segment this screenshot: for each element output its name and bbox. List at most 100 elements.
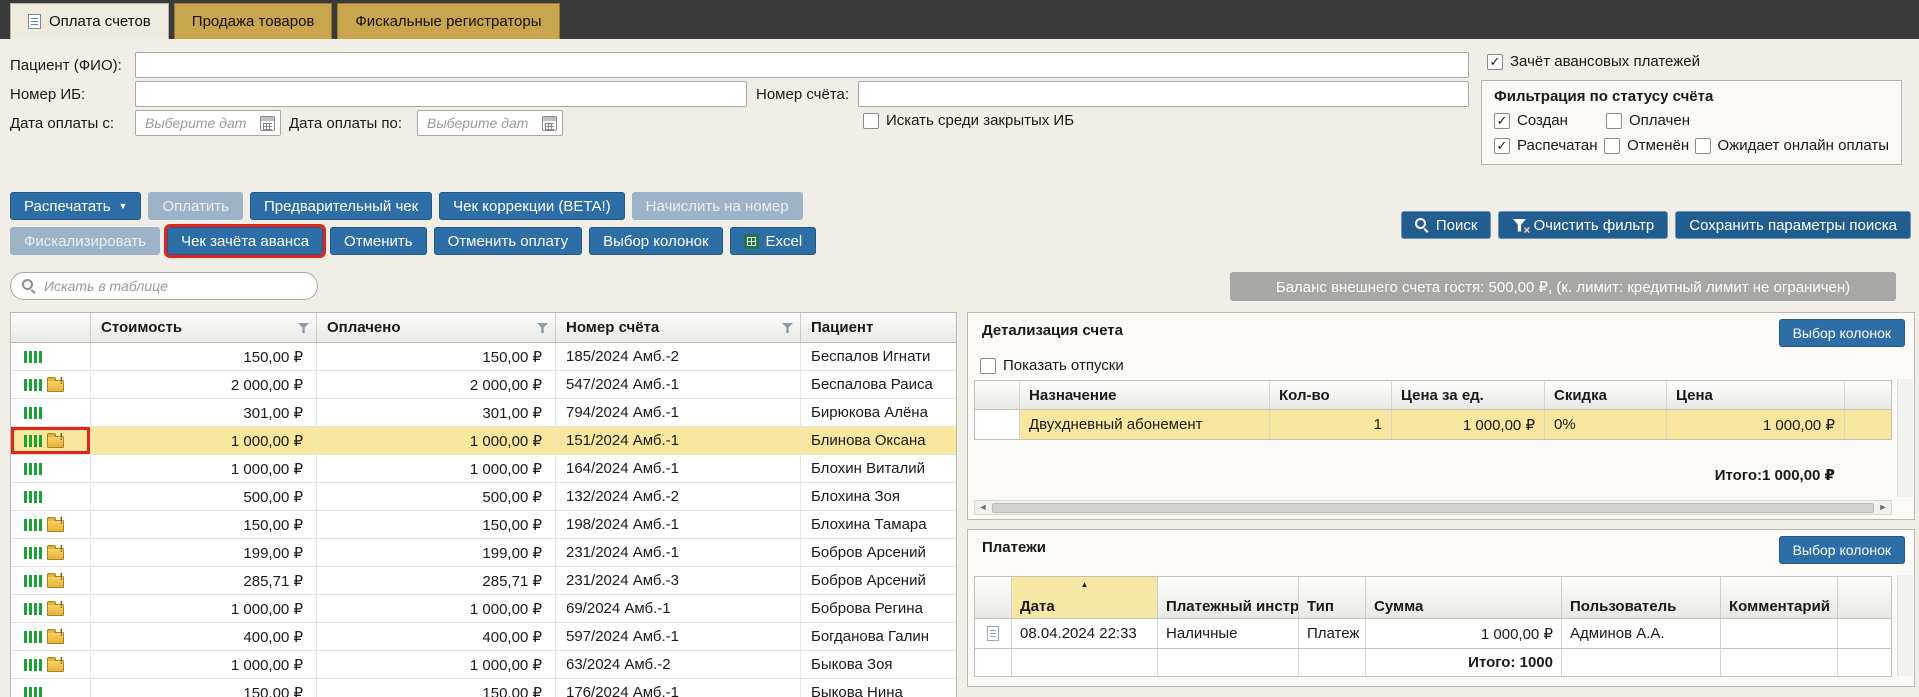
payments-choose-columns-button[interactable]: Выбор колонок bbox=[1779, 536, 1905, 564]
account-number-input[interactable] bbox=[858, 81, 1469, 107]
green-status-bars-icon bbox=[24, 351, 42, 363]
account-number-cell: 63/2024 Амб.-2 bbox=[556, 651, 801, 678]
patient-input[interactable] bbox=[135, 52, 1469, 78]
payments-column-header[interactable]: Тип bbox=[1299, 577, 1366, 618]
details-column-header[interactable]: Назначение bbox=[1020, 381, 1270, 409]
column-header-account[interactable]: Номер счёта bbox=[556, 313, 801, 342]
tab-fiscal-registers[interactable]: Фискальные регистраторы bbox=[337, 3, 559, 39]
details-column-header[interactable]: Цена за ед. bbox=[1392, 381, 1545, 409]
status-checkbox-paid[interactable]: Оплачен bbox=[1606, 112, 1690, 129]
account-number-cell: 69/2024 Амб.-1 bbox=[556, 595, 801, 622]
date-to-input[interactable]: Выберите дат bbox=[417, 110, 563, 136]
date-from-input[interactable]: Выберите дат bbox=[135, 110, 281, 136]
details-column-header[interactable]: Скидка bbox=[1545, 381, 1667, 409]
payment-row[interactable]: 08.04.2024 22:33НаличныеПлатеж1 000,00 ₽… bbox=[974, 619, 1892, 649]
scroll-right-arrow-icon[interactable]: ► bbox=[1875, 501, 1891, 514]
status-checkbox-created[interactable]: Создан bbox=[1494, 112, 1606, 129]
details-choose-columns-button[interactable]: Выбор колонок bbox=[1779, 319, 1905, 347]
invoice-row[interactable]: 150,00 ₽150,00 ₽185/2024 Амб.-2Беспалов … bbox=[11, 343, 956, 371]
details-row[interactable]: Двухдневный абонемент11 000,00 ₽0%1 000,… bbox=[974, 410, 1892, 440]
vertical-scrollbar[interactable] bbox=[1897, 575, 1913, 676]
table-search-box[interactable] bbox=[10, 272, 318, 300]
cancel-payment-button[interactable]: Отменить оплату bbox=[434, 227, 582, 255]
details-extra-header bbox=[1845, 381, 1891, 409]
tab-invoice-payment[interactable]: Оплата счетов bbox=[10, 3, 169, 39]
calendar-icon[interactable] bbox=[542, 116, 557, 131]
invoice-row[interactable]: 1 000,00 ₽1 000,00 ₽63/2024 Амб.-2Быкова… bbox=[11, 651, 956, 679]
details-column-header[interactable]: Цена bbox=[1667, 381, 1845, 409]
payment-comment-cell bbox=[1721, 619, 1838, 648]
filter-funnel-icon[interactable] bbox=[298, 323, 309, 333]
closed-ib-checkbox[interactable]: Искать среди закрытых ИБ bbox=[863, 112, 1074, 129]
checkbox-label: Оплачен bbox=[1629, 112, 1690, 129]
invoice-row[interactable]: 285,71 ₽285,71 ₽231/2024 Амб.-3Бобров Ар… bbox=[11, 567, 956, 595]
invoice-row[interactable]: 150,00 ₽150,00 ₽198/2024 Амб.-1Блохина Т… bbox=[11, 511, 956, 539]
filter-funnel-icon[interactable] bbox=[537, 323, 548, 333]
cost-cell: 400,00 ₽ bbox=[91, 623, 317, 650]
invoice-row[interactable]: 1 000,00 ₽1 000,00 ₽164/2024 Амб.-1Блохи… bbox=[11, 455, 956, 483]
invoice-row[interactable]: 1 000,00 ₽1 000,00 ₽69/2024 Амб.-1Бобров… bbox=[11, 595, 956, 623]
scrollbar-thumb[interactable] bbox=[992, 503, 1874, 513]
payments-total-row: Итого: 1000 bbox=[974, 649, 1892, 677]
status-checkbox-printed[interactable]: Распечатан bbox=[1494, 137, 1604, 154]
column-header-cost[interactable]: Стоимость bbox=[91, 313, 317, 342]
green-status-bars-icon bbox=[24, 407, 42, 419]
paid-cell: 400,00 ₽ bbox=[317, 623, 556, 650]
cost-cell: 301,00 ₽ bbox=[91, 399, 317, 426]
button-label: Чек зачёта аванса bbox=[181, 233, 309, 250]
vertical-scrollbar[interactable] bbox=[1897, 379, 1913, 497]
show-vacations-checkbox[interactable]: Показать отпуски bbox=[980, 357, 1124, 374]
preliminary-receipt-button[interactable]: Предварительный чек bbox=[250, 192, 432, 220]
column-header-patient[interactable]: Пациент bbox=[801, 313, 956, 342]
advance-offset-receipt-button[interactable]: Чек зачёта аванса bbox=[167, 227, 323, 255]
cancel-button[interactable]: Отменить bbox=[330, 227, 427, 255]
ib-number-label: Номер ИБ: bbox=[10, 86, 85, 103]
paid-cell: 285,71 ₽ bbox=[317, 567, 556, 594]
filter-funnel-icon[interactable] bbox=[782, 323, 793, 333]
choose-columns-button[interactable]: Выбор колонок bbox=[589, 227, 722, 255]
clear-filter-button[interactable]: Очистить фильтр bbox=[1498, 211, 1668, 239]
status-checkbox-cancelled[interactable]: Отменён bbox=[1604, 137, 1694, 154]
magnifier-icon bbox=[1415, 218, 1429, 232]
invoice-row[interactable]: 400,00 ₽400,00 ₽597/2024 Амб.-1Богданова… bbox=[11, 623, 956, 651]
column-header-paid[interactable]: Оплачено bbox=[317, 313, 556, 342]
invoice-row[interactable]: 1 000,00 ₽1 000,00 ₽151/2024 Амб.-1Блино… bbox=[11, 427, 956, 455]
excel-export-button[interactable]: Excel bbox=[730, 227, 817, 255]
account-number-cell: 547/2024 Амб.-1 bbox=[556, 371, 801, 398]
invoice-row[interactable]: 199,00 ₽199,00 ₽231/2024 Амб.-1Бобров Ар… bbox=[11, 539, 956, 567]
button-label: Фискализировать bbox=[24, 233, 146, 250]
warning-folder-icon bbox=[47, 436, 64, 448]
payments-column-header[interactable]: Сумма bbox=[1366, 577, 1562, 618]
calendar-icon[interactable] bbox=[260, 116, 275, 131]
payments-column-label: Тип bbox=[1307, 598, 1334, 615]
payments-column-header[interactable]: Пользователь bbox=[1562, 577, 1721, 618]
horizontal-scrollbar[interactable]: ◄ ► bbox=[974, 500, 1892, 515]
payments-column-header[interactable]: Комментарий bbox=[1721, 577, 1838, 618]
status-filter-box: Фильтрация по статусу счёта СозданОплаче… bbox=[1481, 80, 1902, 165]
invoice-row[interactable]: 150,00 ₽150,00 ₽176/2024 Амб.-1Быкова Ни… bbox=[11, 679, 956, 697]
tab-goods-sale[interactable]: Продажа товаров bbox=[174, 3, 333, 39]
status-checkbox-awaiting-online-payment[interactable]: Ожидает онлайн оплаты bbox=[1695, 137, 1890, 154]
warning-folder-icon bbox=[47, 632, 64, 644]
invoice-row[interactable]: 500,00 ₽500,00 ₽132/2024 Амб.-2Блохина З… bbox=[11, 483, 956, 511]
button-label: Чек коррекции (BETA!) bbox=[453, 198, 610, 215]
button-label: Excel bbox=[766, 233, 803, 250]
payments-column-header[interactable]: ▲Дата bbox=[1012, 577, 1158, 618]
invoice-row[interactable]: 301,00 ₽301,00 ₽794/2024 Амб.-1Бирюкова … bbox=[11, 399, 956, 427]
advance-offset-checkbox[interactable]: Зачёт авансовых платежей bbox=[1487, 53, 1700, 70]
search-button[interactable]: Поиск bbox=[1401, 211, 1492, 239]
payments-table: ▲ДатаПлатежный инструмент Тип СуммаПользов… bbox=[974, 576, 1892, 677]
paid-cell: 500,00 ₽ bbox=[317, 483, 556, 510]
button-label: Очистить фильтр bbox=[1533, 217, 1654, 234]
warning-folder-icon bbox=[47, 660, 64, 672]
details-column-header[interactable]: Кол-во bbox=[1270, 381, 1392, 409]
scroll-left-arrow-icon[interactable]: ◄ bbox=[975, 501, 991, 514]
save-search-params-button[interactable]: Сохранить параметры поиска bbox=[1675, 211, 1911, 239]
print-button[interactable]: Распечатать▼ bbox=[10, 192, 141, 220]
payments-column-header[interactable]: Платежный инструмент bbox=[1158, 577, 1299, 618]
table-search-input[interactable] bbox=[44, 278, 306, 294]
ib-number-input[interactable] bbox=[135, 81, 747, 107]
invoice-row[interactable]: 2 000,00 ₽2 000,00 ₽547/2024 Амб.-1Беспа… bbox=[11, 371, 956, 399]
correction-receipt-button[interactable]: Чек коррекции (BETA!) bbox=[439, 192, 624, 220]
invoices-table: СтоимостьОплаченоНомер счётаПациент 150,… bbox=[10, 312, 957, 697]
